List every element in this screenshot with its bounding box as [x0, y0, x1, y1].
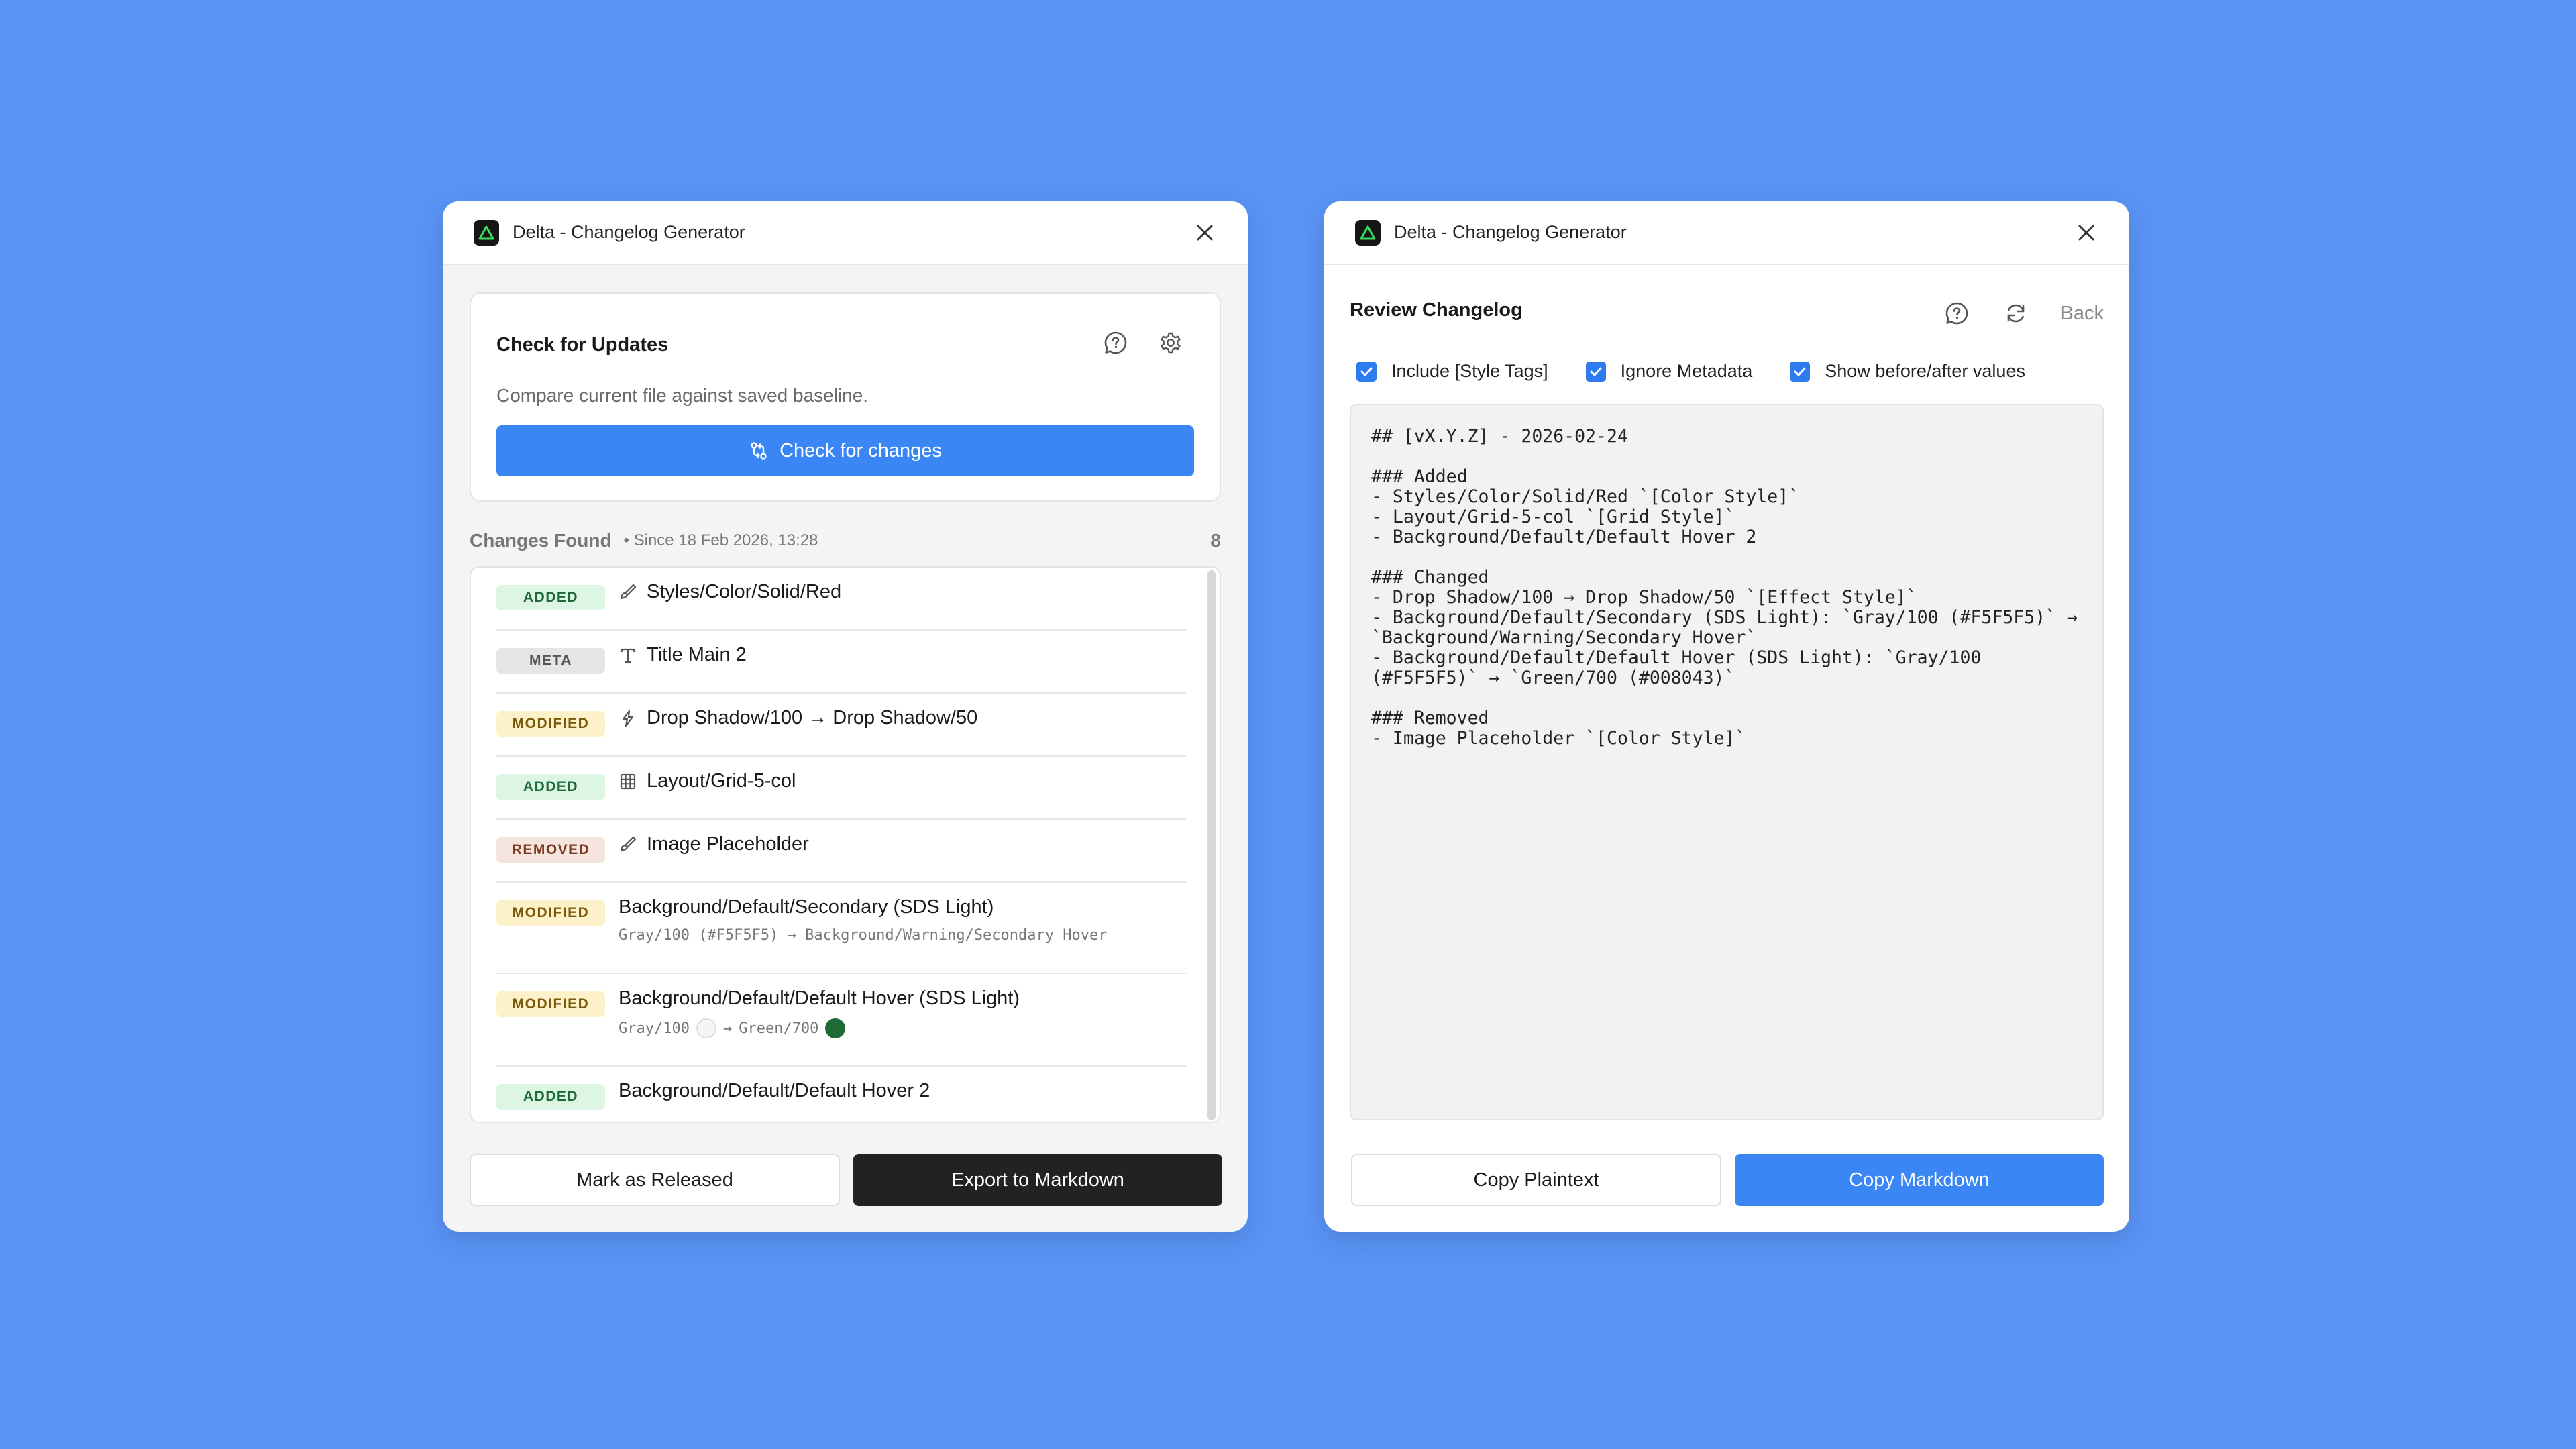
status-badge: REMOVED	[496, 837, 605, 863]
gear-icon	[1161, 332, 1181, 354]
item-name: Styles/Color/Solid/Red	[647, 581, 842, 602]
checkbox[interactable]	[1585, 361, 1606, 382]
refresh-icon	[2007, 304, 2024, 323]
compare-icon	[751, 442, 767, 460]
list-item[interactable]: META Title Main 2	[496, 631, 1186, 694]
copy-plaintext-button[interactable]: Copy Plaintext	[1351, 1154, 1721, 1206]
close-icon	[2078, 225, 2094, 240]
back-link[interactable]: Back	[2061, 303, 2104, 325]
help-button[interactable]	[1102, 329, 1130, 357]
to-color-swatch	[825, 1018, 846, 1038]
item-name: Layout/Grid-5-col	[647, 770, 796, 792]
option-label: Ignore Metadata	[1620, 361, 1753, 381]
list-item[interactable]: ADDED Styles/Color/Solid/Red	[496, 568, 1186, 631]
check-updates-card: Check for Updates Compare current file a…	[470, 292, 1221, 502]
text-icon	[621, 648, 635, 663]
check-for-changes-button[interactable]: Check for changes	[496, 425, 1194, 476]
changes-since: • Since 18 Feb 2026, 13:28	[623, 531, 818, 549]
check-for-changes-label: Check for changes	[780, 439, 942, 462]
copy-markdown-button[interactable]: Copy Markdown	[1735, 1154, 2104, 1206]
checkbox[interactable]	[1356, 361, 1377, 382]
from-value: Gray/100	[619, 1020, 690, 1037]
list-item[interactable]: MODIFIED Background/Default/Secondary (S…	[496, 883, 1186, 974]
card-description: Compare current file against saved basel…	[496, 385, 869, 406]
scrollbar[interactable]	[1208, 570, 1216, 1120]
changes-count: 8	[1210, 530, 1221, 551]
effect-icon	[622, 710, 634, 727]
changes-list: ADDED Styles/Color/Solid/Red META Title …	[470, 566, 1221, 1123]
paintbrush-icon	[620, 584, 637, 599]
list-item[interactable]: MODIFIED Background/Default/Default Hove…	[496, 974, 1186, 1067]
check-icon	[1794, 367, 1806, 376]
list-item[interactable]: MODIFIED Drop Shadow/100 → Drop Shadow/5…	[496, 694, 1186, 757]
check-icon	[1590, 367, 1602, 376]
option-label: Include [Style Tags]	[1391, 361, 1548, 381]
status-badge: MODIFIED	[496, 900, 605, 926]
option-show-before-after[interactable]: Show before/after values	[1790, 361, 2025, 382]
from-color-swatch	[696, 1018, 716, 1038]
paintbrush-icon	[620, 836, 637, 851]
list-item[interactable]: REMOVED Image Placeholder	[496, 820, 1186, 883]
item-name: Drop Shadow/100 → Drop Shadow/50	[647, 707, 978, 729]
grid-icon	[620, 773, 636, 789]
list-item[interactable]: ADDED Layout/Grid-5-col	[496, 757, 1186, 820]
markdown-preview[interactable]: ## [vX.Y.Z] - 2026-02-24 ### Added - Sty…	[1350, 404, 2104, 1120]
item-name: Background/Default/Default Hover (SDS Li…	[619, 987, 1020, 1009]
close-icon	[1197, 225, 1213, 240]
checkbox[interactable]	[1790, 361, 1811, 382]
item-name: Title Main 2	[647, 644, 747, 665]
item-name: Image Placeholder	[647, 833, 809, 855]
option-ignore-metadata[interactable]: Ignore Metadata	[1585, 361, 1753, 382]
titlebar: Delta - Changelog Generator	[1324, 201, 2129, 265]
titlebar: Delta - Changelog Generator	[443, 201, 1248, 265]
status-badge: ADDED	[496, 774, 605, 800]
changelog-window-right: Delta - Changelog Generator Review Chang…	[1324, 201, 2129, 1232]
refresh-button[interactable]	[2002, 299, 2030, 327]
list-item[interactable]: ADDED Background/Default/Default Hover 2	[496, 1067, 1186, 1122]
delta-app-icon	[474, 219, 499, 246]
item-change-detail: Gray/100 (#F5F5F5) → Background/Warning/…	[619, 927, 1108, 944]
arrow-icon: →	[722, 1020, 733, 1037]
mark-as-released-button[interactable]: Mark as Released	[470, 1154, 840, 1206]
options-row: Include [Style Tags] Ignore Metadata Sho…	[1356, 361, 2025, 382]
check-icon	[1360, 367, 1373, 376]
status-badge: ADDED	[496, 585, 605, 610]
changelog-window-left: Delta - Changelog Generator Check for Up…	[443, 201, 1248, 1232]
changes-header: Changes Found • Since 18 Feb 2026, 13:28…	[470, 527, 1221, 554]
review-title: Review Changelog	[1350, 299, 1523, 321]
status-badge: MODIFIED	[496, 711, 605, 737]
card-title: Check for Updates	[496, 334, 669, 356]
status-badge: MODIFIED	[496, 991, 605, 1017]
settings-button[interactable]	[1157, 329, 1185, 357]
to-value: Green/700	[739, 1020, 819, 1037]
changes-title: Changes Found	[470, 530, 612, 551]
export-to-markdown-button[interactable]: Export to Markdown	[853, 1154, 1222, 1206]
status-badge: ADDED	[496, 1084, 605, 1110]
close-button[interactable]	[1191, 219, 1218, 246]
option-label: Show before/after values	[1825, 361, 2025, 381]
delta-app-icon	[1355, 219, 1381, 246]
help-button[interactable]	[1943, 299, 1971, 327]
window-title: Delta - Changelog Generator	[513, 222, 745, 242]
item-name: Background/Default/Secondary (SDS Light)	[619, 896, 994, 918]
window-title: Delta - Changelog Generator	[1394, 222, 1627, 242]
item-name: Background/Default/Default Hover 2	[619, 1080, 930, 1102]
close-button[interactable]	[2073, 219, 2100, 246]
option-include-style-tags[interactable]: Include [Style Tags]	[1356, 361, 1548, 382]
help-chat-icon	[1104, 331, 1127, 354]
status-badge: META	[496, 648, 605, 674]
help-chat-icon	[1945, 302, 1968, 325]
